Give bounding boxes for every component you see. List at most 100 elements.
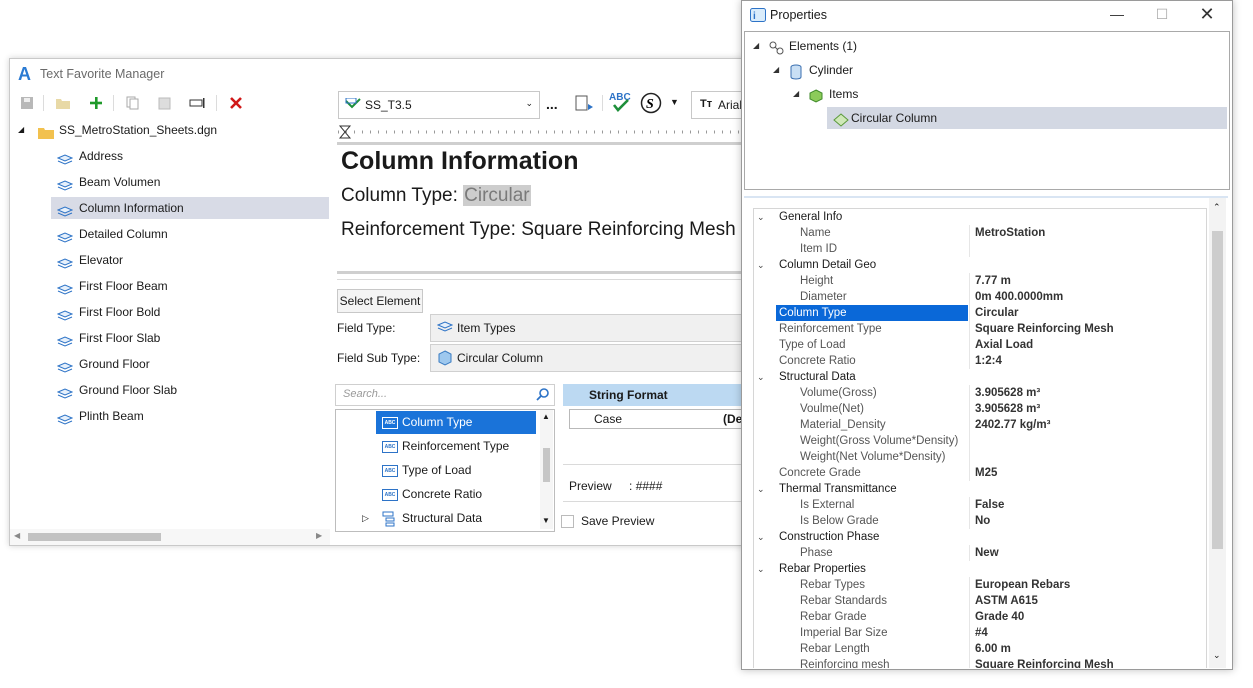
tree-root[interactable]: ◢ SS_MetroStation_Sheets.dgn (14, 119, 324, 141)
grid-property-row[interactable]: Voulme(Net) 3.905628 m³ (754, 401, 1206, 417)
more-button[interactable]: ... (546, 96, 558, 112)
editor-field-value[interactable]: Circular (463, 185, 531, 206)
property-value[interactable]: Axial Load (975, 337, 1033, 353)
tree-item[interactable]: Ground Floor (51, 353, 329, 375)
add-icon[interactable] (85, 93, 107, 113)
field-list-item[interactable]: ABC Reinforcement Type (376, 435, 536, 458)
tree-item[interactable]: Address (51, 145, 329, 167)
grid-property-row[interactable]: Is External False (754, 497, 1206, 513)
minimize-button[interactable]: — (1095, 3, 1139, 25)
save-preview-checkbox[interactable]: Save Preview (561, 514, 701, 530)
scroll-thumb[interactable] (1212, 231, 1223, 549)
tree-item[interactable]: Column Information (51, 197, 329, 219)
field-list-item[interactable]: ABC Column Type (376, 411, 536, 434)
property-value[interactable]: 3.905628 m³ (975, 385, 1040, 401)
property-value[interactable]: ASTM A615 (975, 593, 1038, 609)
grid-property-row[interactable]: Rebar Length 6.00 m (754, 641, 1206, 657)
tree-circular-column[interactable]: Circular Column (827, 107, 1227, 129)
grid-property-row[interactable]: Height 7.77 m (754, 273, 1206, 289)
tree-item[interactable]: First Floor Bold (51, 301, 329, 323)
new-folder-icon[interactable] (52, 93, 74, 113)
grid-property-row[interactable]: Type of Load Axial Load (754, 337, 1206, 353)
field-list-item[interactable]: ▷ Structural Data (362, 507, 536, 530)
text-style-combo[interactable]: SS_T3.5 ⌄ (338, 91, 540, 119)
grid-property-row[interactable]: Name MetroStation (754, 225, 1206, 241)
property-value[interactable]: MetroStation (975, 225, 1045, 241)
symbol-dropdown-icon[interactable]: ▼ (670, 97, 679, 107)
grid-property-row[interactable]: Rebar Standards ASTM A615 (754, 593, 1206, 609)
grid-property-row[interactable]: Weight(Gross Volume*Density) (754, 433, 1206, 449)
tree-item[interactable]: First Floor Slab (51, 327, 329, 349)
property-value[interactable]: New (975, 545, 999, 561)
grid-property-row[interactable]: Reinforcing mesh Square Reinforcing Mesh (754, 657, 1206, 668)
scroll-thumb[interactable] (28, 533, 161, 541)
expand-icon[interactable]: ▷ (362, 507, 369, 530)
property-value[interactable]: 2402.77 kg/m³ (975, 417, 1050, 433)
close-button[interactable]: ✕ (1185, 3, 1229, 25)
symbol-icon[interactable]: S (639, 91, 663, 115)
grid-property-row[interactable]: Column Type Circular (754, 305, 1206, 321)
field-subtype-combo[interactable]: Circular Column (430, 344, 762, 372)
grid-category[interactable]: ⌄ Rebar Properties (754, 561, 1206, 577)
field-list-item[interactable]: ABC Type of Load (376, 459, 536, 482)
property-value[interactable]: 3.905628 m³ (975, 401, 1040, 417)
copy-icon[interactable] (122, 93, 144, 113)
select-element-button[interactable]: Select Element (337, 289, 423, 313)
grid-property-row[interactable]: Rebar Grade Grade 40 (754, 609, 1206, 625)
collapse-icon[interactable]: ⌄ (757, 369, 765, 385)
field-list-item[interactable]: ABC Concrete Ratio (376, 483, 536, 506)
delete-icon[interactable] (225, 93, 247, 113)
tree-items[interactable]: ◢ Items (793, 83, 1093, 105)
tree-cylinder[interactable]: ◢ Cylinder (773, 59, 1073, 81)
property-value[interactable]: 6.00 m (975, 641, 1011, 657)
property-value[interactable]: #4 (975, 625, 988, 641)
property-value[interactable]: 0m 400.0000mm (975, 289, 1063, 305)
horizontal-scrollbar[interactable]: ◀ ▶ (10, 529, 330, 545)
tree-item[interactable]: First Floor Beam (51, 275, 329, 297)
collapse-icon[interactable]: ⌄ (757, 481, 765, 497)
property-value[interactable]: Square Reinforcing Mesh (975, 657, 1114, 668)
grid-property-row[interactable]: Imperial Bar Size #4 (754, 625, 1206, 641)
tree-item[interactable]: Beam Volumen (51, 171, 329, 193)
grid-category[interactable]: ⌄ General Info (754, 209, 1206, 225)
collapse-icon[interactable]: ⌄ (757, 561, 765, 577)
grid-property-row[interactable]: Weight(Net Volume*Density) (754, 449, 1206, 465)
property-value[interactable]: European Rebars (975, 577, 1070, 593)
rename-icon[interactable] (187, 93, 209, 113)
tree-item[interactable]: Detailed Column (51, 223, 329, 245)
grid-category[interactable]: ⌄ Construction Phase (754, 529, 1206, 545)
grid-property-row[interactable]: Volume(Gross) 3.905628 m³ (754, 385, 1206, 401)
insert-field-icon[interactable] (573, 93, 595, 113)
collapse-icon[interactable]: ⌄ (757, 257, 765, 273)
spell-check-icon[interactable]: ABC (608, 89, 634, 115)
property-value[interactable]: Circular (975, 305, 1018, 321)
maximize-button[interactable]: ☐ (1140, 3, 1184, 25)
property-value[interactable]: Grade 40 (975, 609, 1024, 625)
grid-property-row[interactable]: Item ID (754, 241, 1206, 257)
tree-item[interactable]: Ground Floor Slab (51, 379, 329, 401)
tree-elements[interactable]: ◢ Elements (1) (753, 35, 1053, 57)
collapse-icon[interactable]: ⌄ (757, 529, 765, 545)
tree-item[interactable]: Elevator (51, 249, 329, 271)
search-input[interactable]: Search... (335, 384, 555, 406)
property-value[interactable]: False (975, 497, 1004, 513)
grid-category[interactable]: ⌄ Structural Data (754, 369, 1206, 385)
save-icon[interactable] (16, 93, 38, 113)
grid-property-row[interactable]: Phase New (754, 545, 1206, 561)
grid-property-row[interactable]: Concrete Grade M25 (754, 465, 1206, 481)
property-value[interactable]: 7.77 m (975, 273, 1011, 289)
search-icon[interactable] (536, 387, 550, 404)
grid-category[interactable]: ⌄ Column Detail Geo (754, 257, 1206, 273)
grid-property-row[interactable]: Diameter 0m 400.0000mm (754, 289, 1206, 305)
grid-property-row[interactable]: Material_Density 2402.77 kg/m³ (754, 417, 1206, 433)
property-value[interactable]: 1:2:4 (975, 353, 1002, 369)
case-row[interactable]: Case (De (569, 409, 761, 429)
checkbox[interactable] (561, 515, 574, 528)
grid-property-row[interactable]: Concrete Ratio 1:2:4 (754, 353, 1206, 369)
field-type-combo[interactable]: Item Types (430, 314, 762, 342)
text-editor[interactable]: Column Information Column Type: Circular… (337, 142, 760, 274)
grid-category[interactable]: ⌄ Thermal Transmittance (754, 481, 1206, 497)
property-value[interactable]: Square Reinforcing Mesh (975, 321, 1114, 337)
paste-icon[interactable] (154, 93, 176, 113)
grid-scrollbar[interactable]: ⌃ ⌄ (1209, 198, 1226, 668)
